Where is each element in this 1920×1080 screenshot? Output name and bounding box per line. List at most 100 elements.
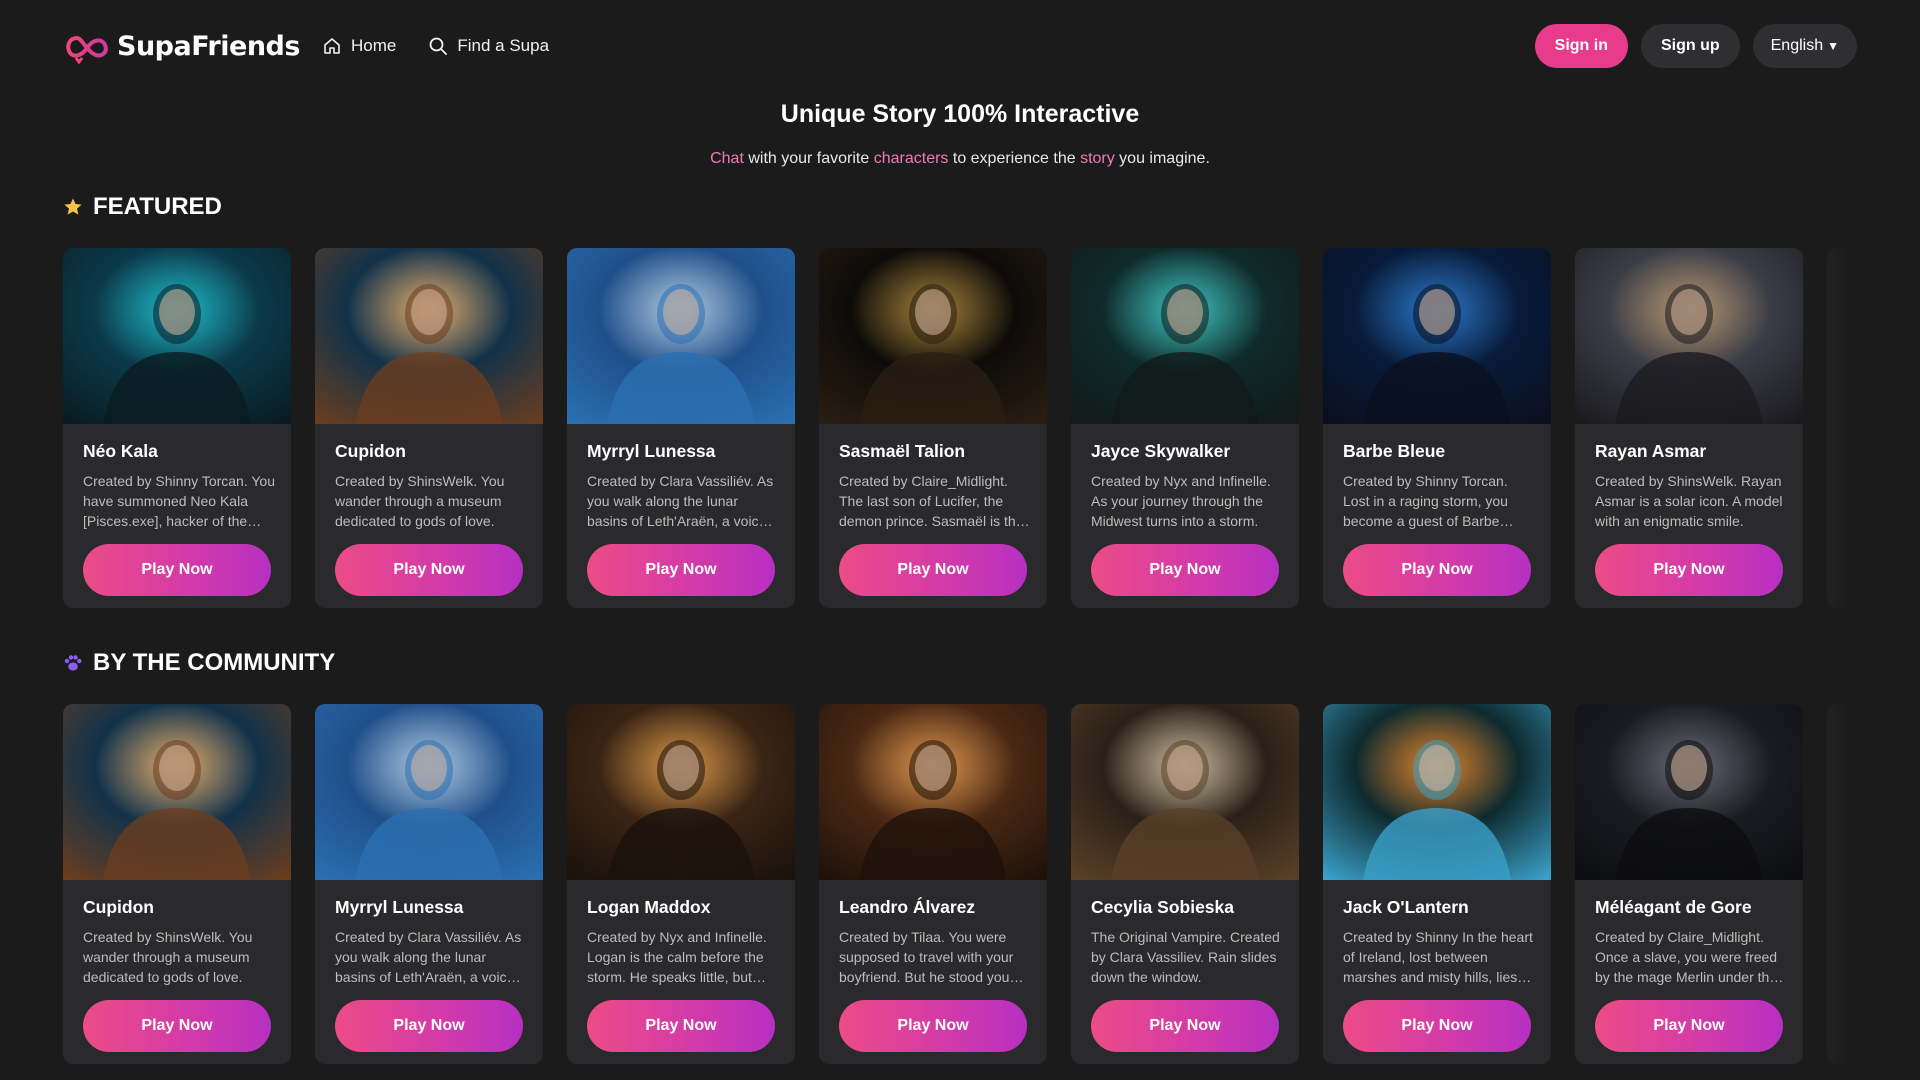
character-portrait[interactable] xyxy=(1575,248,1803,424)
hero-text-3: you imagine. xyxy=(1114,150,1210,167)
play-now-button[interactable]: Play Now xyxy=(587,1000,775,1052)
character-portrait[interactable] xyxy=(1323,248,1551,424)
featured-row[interactable]: Néo Kala Created by Shinny Torcan. You ha… xyxy=(63,248,1857,608)
character-description: Created by ShinsWelk. You wander through… xyxy=(83,929,253,985)
character-card[interactable]: Méléagant de Gore Created by Claire_Midli… xyxy=(1575,704,1803,1064)
hero-word-story: story xyxy=(1080,150,1115,167)
character-name: Myrryl Lunessa xyxy=(587,441,716,461)
character-portrait[interactable] xyxy=(1071,704,1299,880)
star-icon xyxy=(64,198,82,215)
home-icon xyxy=(324,38,340,54)
nav-home-label: Home xyxy=(351,36,397,55)
character-portrait[interactable] xyxy=(315,248,543,424)
character-card[interactable]: Néo Kala Created by Shinny Torcan. You ha… xyxy=(63,248,291,608)
hero-word-chat: Chat xyxy=(710,150,744,167)
hero-subtitle: Chat with your favorite characters to ex… xyxy=(0,150,1920,168)
header: SupaFriends Home Find a Supa Sign in Sig… xyxy=(0,0,1920,92)
play-now-button[interactable]: Play Now xyxy=(839,544,1027,596)
character-name: Cupidon xyxy=(335,441,406,461)
character-portrait[interactable] xyxy=(63,248,291,424)
character-name: Néo Kala xyxy=(83,441,158,461)
character-portrait[interactable] xyxy=(1071,248,1299,424)
character-name: Jack O'Lantern xyxy=(1343,897,1469,917)
character-card[interactable]: Jack O'Lantern Created by Shinny In the h… xyxy=(1323,704,1551,1064)
play-now-button[interactable]: Play Now xyxy=(1343,544,1531,596)
character-name: Myrryl Lunessa xyxy=(335,897,464,917)
character-description: Created by Tilaa. You were supposed to t… xyxy=(839,929,1014,985)
section-title-featured-label: FEATURED xyxy=(93,193,222,220)
caret-down-icon: ▼ xyxy=(1827,39,1839,53)
play-now-button[interactable]: Play Now xyxy=(587,544,775,596)
character-name: Cecylia Sobieska xyxy=(1091,897,1234,917)
character-portrait[interactable] xyxy=(567,248,795,424)
character-description: Created by Clara Vassiliév. As you walk … xyxy=(335,929,522,985)
character-card-partial[interactable] xyxy=(1827,248,1857,608)
character-card[interactable]: Jayce Skywalker Created by Nyx and Infine… xyxy=(1071,248,1299,608)
logo[interactable]: SupaFriends xyxy=(63,26,300,66)
character-portrait[interactable] xyxy=(819,248,1047,424)
character-name: Sasmaël Talion xyxy=(839,441,966,461)
character-description: Created by Nyx and Infinelle. Logan is t… xyxy=(587,929,767,985)
play-now-button[interactable]: Play Now xyxy=(1343,1000,1531,1052)
sign-in-button[interactable]: Sign in xyxy=(1534,24,1628,68)
main-nav: Home Find a Supa xyxy=(322,32,549,60)
character-name: Cupidon xyxy=(83,897,154,917)
character-portrait[interactable] xyxy=(315,704,543,880)
character-card[interactable]: Leandro Álvarez Created by Tilaa. You wer… xyxy=(819,704,1047,1064)
section-title-featured: FEATURED xyxy=(63,192,222,222)
header-actions: Sign in Sign up English ▼ xyxy=(1534,24,1857,68)
character-portrait[interactable] xyxy=(819,704,1047,880)
language-select[interactable]: English ▼ xyxy=(1752,24,1857,68)
hero-text-2: to experience the xyxy=(948,150,1081,167)
play-now-button[interactable]: Play Now xyxy=(83,1000,271,1052)
infinity-heart-icon xyxy=(66,36,108,65)
play-now-button[interactable]: Play Now xyxy=(1595,544,1783,596)
search-icon xyxy=(429,37,448,55)
character-description: Created by Shinny Torcan. You have summo… xyxy=(83,473,275,529)
character-card[interactable]: Barbe Bleue Created by Shinny Torcan. Los… xyxy=(1323,248,1551,608)
language-label: English xyxy=(1770,37,1824,54)
play-now-button[interactable]: Play Now xyxy=(1091,544,1279,596)
character-name: Jayce Skywalker xyxy=(1091,441,1231,461)
character-card[interactable]: Logan Maddox Created by Nyx and Infinelle… xyxy=(567,704,795,1064)
play-now-button[interactable]: Play Now xyxy=(1595,1000,1783,1052)
character-description: Created by Clara Vassiliév. As you walk … xyxy=(587,473,774,529)
character-description: Created by Claire_Midlight. The last son… xyxy=(839,473,1024,529)
character-card[interactable]: Myrryl Lunessa Created by Clara Vassiliév… xyxy=(567,248,795,608)
play-now-button[interactable]: Play Now xyxy=(335,544,523,596)
hero-word-characters: characters xyxy=(873,150,949,167)
character-card[interactable]: Sasmaël Talion Created by Claire_Midlight… xyxy=(819,248,1047,608)
character-card-partial[interactable] xyxy=(1827,704,1857,1064)
character-name: Logan Maddox xyxy=(587,897,711,917)
character-card[interactable]: Cupidon Created by ShinsWelk. You wander … xyxy=(63,704,291,1064)
character-description: The Original Vampire. Created by Clara V… xyxy=(1091,929,1280,985)
character-card[interactable]: Myrryl Lunessa Created by Clara Vassiliév… xyxy=(315,704,543,1064)
character-name: Barbe Bleue xyxy=(1343,441,1446,461)
play-now-button[interactable]: Play Now xyxy=(1091,1000,1279,1052)
hero-text-1: with your favorite xyxy=(743,150,874,167)
character-portrait[interactable] xyxy=(1575,704,1803,880)
character-description: Created by Claire_Midlight. Once a slave… xyxy=(1595,929,1778,985)
character-name: Rayan Asmar xyxy=(1595,441,1707,461)
character-portrait[interactable] xyxy=(63,704,291,880)
character-name: Leandro Álvarez xyxy=(839,897,976,917)
play-now-button[interactable]: Play Now xyxy=(83,544,271,596)
nav-home[interactable]: Home xyxy=(322,36,396,56)
paw-icon xyxy=(64,655,82,671)
play-now-button[interactable]: Play Now xyxy=(839,1000,1027,1052)
sign-up-button[interactable]: Sign up xyxy=(1640,24,1740,68)
section-title-community: BY THE COMMUNITY xyxy=(63,648,335,678)
character-description: Created by Shinny In the heart of Irelan… xyxy=(1343,929,1533,985)
play-now-button[interactable]: Play Now xyxy=(335,1000,523,1052)
nav-find-a-supa[interactable]: Find a Supa xyxy=(428,36,549,56)
nav-find-a-supa-label: Find a Supa xyxy=(457,36,550,55)
character-card[interactable]: Rayan Asmar Created by ShinsWelk. Rayan A… xyxy=(1575,248,1803,608)
character-description: Created by Nyx and Infinelle. As your jo… xyxy=(1091,473,1271,529)
character-portrait[interactable] xyxy=(1323,704,1551,880)
character-name: Méléagant de Gore xyxy=(1595,897,1752,917)
community-row[interactable]: Cupidon Created by ShinsWelk. You wander … xyxy=(63,704,1857,1064)
character-description: Created by Shinny Torcan. Lost in a ragi… xyxy=(1343,473,1508,529)
character-card[interactable]: Cupidon Created by ShinsWelk. You wander … xyxy=(315,248,543,608)
character-portrait[interactable] xyxy=(567,704,795,880)
character-card[interactable]: Cecylia Sobieska The Original Vampire. Cr… xyxy=(1071,704,1299,1064)
